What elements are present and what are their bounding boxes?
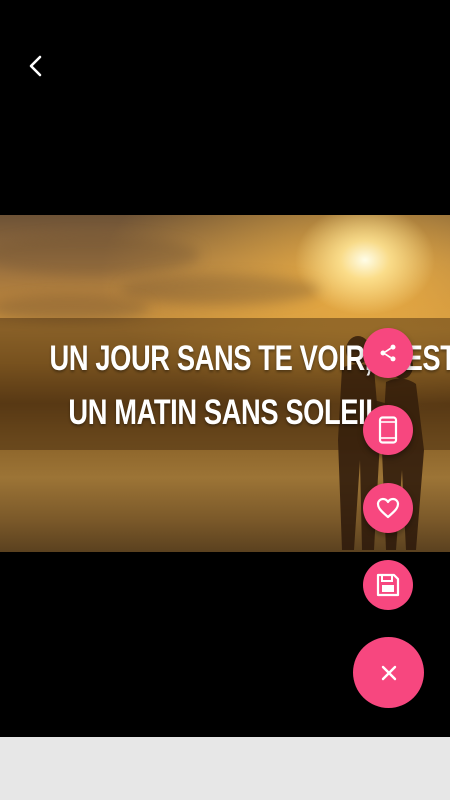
bottom-bar bbox=[0, 737, 450, 800]
close-menu-button[interactable] bbox=[353, 637, 424, 708]
back-button[interactable] bbox=[18, 48, 54, 84]
close-icon bbox=[381, 665, 396, 680]
quote-text: UN JOUR SANS TE VOIR, C'EST UN MATIN SAN… bbox=[49, 332, 450, 440]
share-button[interactable] bbox=[363, 328, 413, 378]
favorite-button[interactable] bbox=[363, 483, 413, 533]
heart-icon bbox=[376, 497, 400, 519]
share-icon bbox=[380, 344, 396, 362]
phone-wallpaper-icon bbox=[378, 416, 398, 444]
set-wallpaper-button[interactable] bbox=[363, 405, 413, 455]
quote-line-1: UN JOUR SANS TE VOIR, C'EST bbox=[49, 339, 450, 378]
save-button[interactable] bbox=[363, 560, 413, 610]
arrow-back-icon bbox=[29, 55, 42, 77]
save-icon bbox=[376, 573, 400, 597]
quote-line-2: UN MATIN SANS SOLEIL bbox=[68, 393, 382, 432]
